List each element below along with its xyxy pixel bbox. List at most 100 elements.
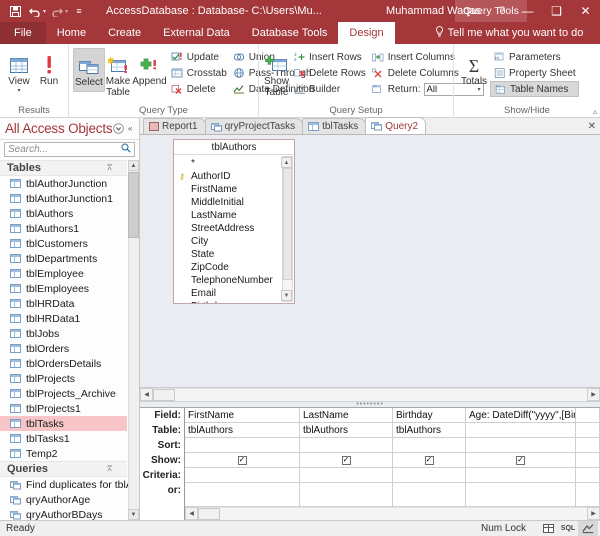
append-button[interactable]: Append (131, 48, 167, 90)
qbe-cell-field-1[interactable]: FirstName (185, 408, 300, 422)
scroll-left-icon[interactable]: ◀ (185, 507, 198, 520)
nav-item-tbljobs[interactable]: tblJobs (0, 326, 127, 341)
property-sheet-button[interactable]: Property Sheet (490, 65, 579, 81)
nav-item-tblprojects[interactable]: tblProjects (0, 371, 127, 386)
diagram-horizontal-scrollbar[interactable]: ◀ ▶ (140, 387, 600, 401)
restore-icon[interactable]: ❑ (542, 0, 571, 22)
qbe-cell-or-5[interactable] (576, 483, 600, 506)
document-tab-report1[interactable]: Report1 (143, 118, 206, 134)
help-icon[interactable]: ? (491, 0, 513, 22)
run-button[interactable]: Run (34, 48, 64, 90)
navigation-scroll-thumb[interactable] (128, 172, 139, 238)
scroll-down-icon[interactable]: ▼ (281, 290, 292, 301)
field-list-item-email[interactable]: Email (177, 287, 281, 300)
nav-item-tblemployee[interactable]: tblEmployee (0, 266, 127, 281)
redo-dropdown-caret[interactable]: ▾ (65, 8, 68, 15)
builder-button[interactable]: Builder (290, 81, 369, 97)
qbe-cell-criteria-4[interactable] (466, 468, 576, 482)
customize-qat-icon[interactable]: ≡ (70, 2, 88, 20)
field-list-item-birthday[interactable]: Birthday (177, 300, 281, 303)
qbe-cell-show-1[interactable]: ✓ (185, 453, 300, 467)
view-dropdown-caret[interactable]: ▾ (17, 88, 20, 94)
show-checkbox[interactable]: ✓ (342, 456, 351, 465)
nav-item-tblhrdata1[interactable]: tblHRData1 (0, 311, 127, 326)
search-box[interactable] (4, 142, 135, 157)
double-chevron-left-icon[interactable]: « (124, 122, 136, 135)
parameters-button[interactable]: [a] Parameters (490, 49, 579, 65)
pane-splitter[interactable]: •••••••• (140, 401, 600, 408)
nav-item-tblordersdetails[interactable]: tblOrdersDetails (0, 356, 127, 371)
qbe-cell-criteria-2[interactable] (300, 468, 393, 482)
qbe-cell-or-3[interactable] (393, 483, 466, 506)
nav-item-tbltasks[interactable]: tblTasks (0, 416, 127, 431)
nav-item-find-duplicates-for-tblauthors[interactable]: Find duplicates for tblAuthors (0, 477, 127, 492)
scroll-up-icon[interactable]: ▲ (281, 157, 292, 168)
totals-button[interactable]: Σ Totals (458, 48, 490, 90)
navigation-scrollbar[interactable]: ▲ ▼ (128, 160, 139, 520)
table-names-button[interactable]: xyz Table Names (490, 81, 579, 97)
field-list-item-lastname[interactable]: LastName (177, 209, 281, 222)
show-checkbox[interactable]: ✓ (238, 456, 247, 465)
redo-icon[interactable] (48, 2, 66, 20)
qbe-cell-table-3[interactable]: tblAuthors (393, 423, 466, 437)
nav-item-tblprojects1[interactable]: tblProjects1 (0, 401, 127, 416)
ribbon-tab-external-data[interactable]: External Data (152, 22, 241, 44)
minimize-icon[interactable]: — (513, 0, 542, 22)
field-list-item-middleinitial[interactable]: MiddleInitial (177, 196, 281, 209)
ribbon-tab-create[interactable]: Create (97, 22, 152, 44)
show-table-button[interactable]: Show Table (263, 48, 290, 100)
crosstab-query-button[interactable]: Crosstab (168, 65, 230, 81)
update-query-button[interactable]: Update (168, 49, 230, 65)
tell-me-search[interactable]: Tell me what you want to do (435, 22, 584, 44)
qbe-cell-show-3[interactable]: ✓ (393, 453, 466, 467)
qbe-cell-field-2[interactable]: LastName (300, 408, 393, 422)
qbe-scroll-thumb[interactable] (198, 508, 220, 520)
undo-dropdown-caret[interactable]: ▾ (43, 8, 46, 15)
qbe-cell-sort-1[interactable] (185, 438, 300, 452)
field-list-item-telephonenumber[interactable]: TelephoneNumber (177, 274, 281, 287)
qbe-cell-sort-5[interactable] (576, 438, 600, 452)
ribbon-tab-design[interactable]: Design (338, 22, 394, 44)
collapse-group-icon[interactable]: ⩞ (107, 163, 112, 173)
nav-item-qryauthorage[interactable]: qryAuthorAge (0, 492, 127, 507)
datasheet-view-icon[interactable] (538, 521, 558, 536)
view-button[interactable]: View ▾ (4, 48, 34, 96)
diagram-scroll-thumb[interactable] (153, 389, 175, 401)
qbe-cell-table-4[interactable] (466, 423, 576, 437)
scroll-down-icon[interactable]: ▼ (128, 509, 139, 520)
qbe-cell-or-1[interactable] (185, 483, 300, 506)
diagram-scroll-track[interactable] (153, 388, 587, 401)
make-table-button[interactable]: Make Table (105, 48, 131, 100)
field-list-item-streetaddress[interactable]: StreetAddress (177, 222, 281, 235)
field-list-item-zipcode[interactable]: ZipCode (177, 261, 281, 274)
nav-item-tblauthors1[interactable]: tblAuthors1 (0, 221, 127, 236)
nav-item-tblcustomers[interactable]: tblCustomers (0, 236, 127, 251)
design-view-icon[interactable] (578, 521, 598, 536)
qbe-cell-or-2[interactable] (300, 483, 393, 506)
show-checkbox[interactable]: ✓ (516, 456, 525, 465)
qbe-cell-criteria-5[interactable] (576, 468, 600, 482)
nav-item-tbldepartments[interactable]: tblDepartments (0, 251, 127, 266)
field-list-scroll-thumb[interactable] (283, 168, 292, 280)
nav-item-tbltasks1[interactable]: tblTasks1 (0, 431, 127, 446)
qbe-cell-show-2[interactable]: ✓ (300, 453, 393, 467)
delete-rows-button[interactable]: Delete Rows (290, 65, 369, 81)
scroll-up-icon[interactable]: ▲ (128, 160, 139, 171)
field-list-item-authorid[interactable]: ⚷AuthorID (177, 170, 281, 183)
field-list-item--[interactable]: * (177, 157, 281, 170)
qbe-cell-field-4[interactable]: Age: DateDiff("yyyy",[Birthday],Date()) (466, 408, 576, 422)
nav-item-tblorders[interactable]: tblOrders (0, 341, 127, 356)
qbe-cell-criteria-3[interactable] (393, 468, 466, 482)
document-tab-query2[interactable]: Query2 (365, 117, 426, 134)
sql-view-icon[interactable]: SQL (558, 521, 578, 536)
qbe-horizontal-scrollbar[interactable]: ◀ ▶ (185, 507, 600, 520)
scroll-right-icon[interactable]: ▶ (587, 507, 600, 520)
field-list-item-state[interactable]: State (177, 248, 281, 261)
nav-group-header-tables[interactable]: Tables⩞ (0, 160, 127, 176)
qbe-cell-table-5[interactable] (576, 423, 600, 437)
search-input[interactable] (8, 144, 121, 155)
collapse-ribbon-icon[interactable]: ▵ (593, 107, 597, 116)
nav-item-tblprojects-archive[interactable]: tblProjects_Archive (0, 386, 127, 401)
nav-group-header-queries[interactable]: Queries⩞ (0, 461, 127, 477)
qbe-scroll-track[interactable] (198, 507, 587, 520)
